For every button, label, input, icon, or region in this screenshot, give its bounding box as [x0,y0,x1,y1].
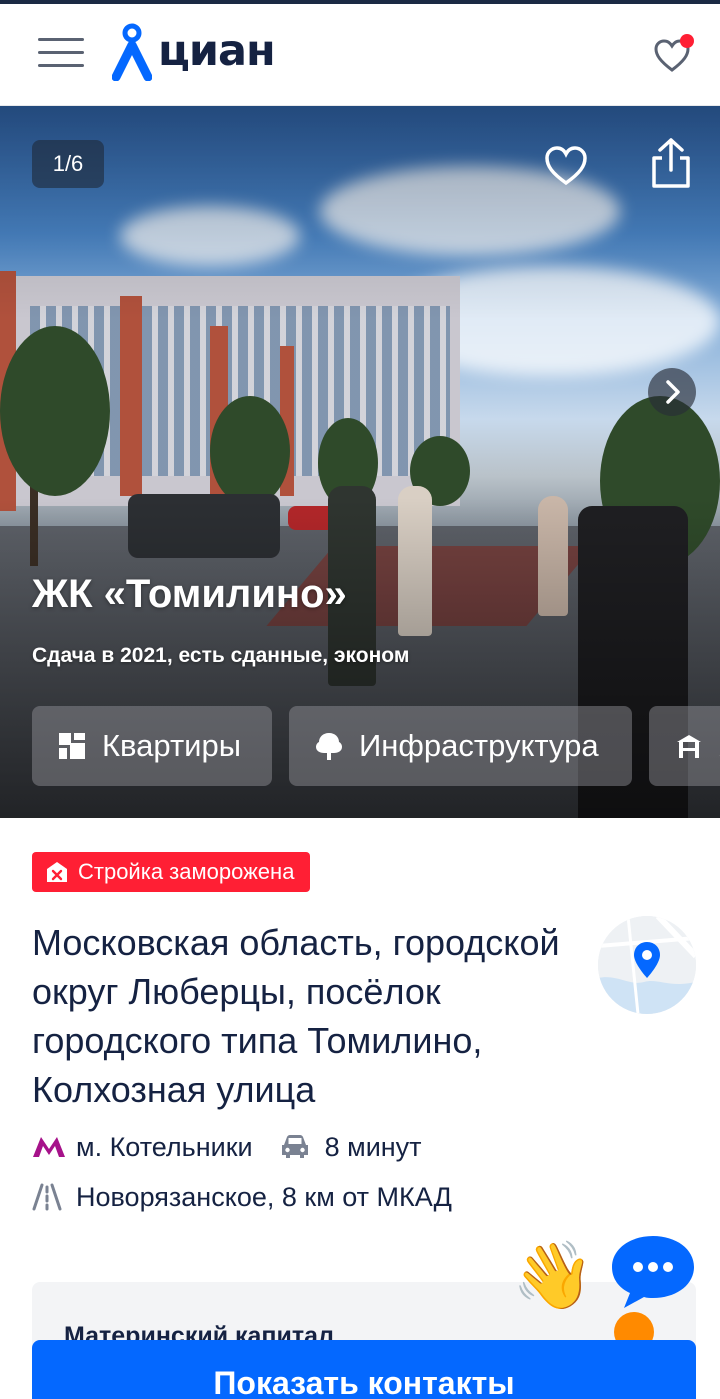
cian-logo[interactable]: циан [112,16,276,86]
travel-time: 8 минут [324,1131,422,1162]
metro-icon [33,1137,65,1157]
photo-counter: 1/6 [32,140,104,188]
frozen-construction-icon [47,862,67,882]
share-button[interactable] [648,136,694,190]
tree-icon [316,733,342,760]
show-contacts-button[interactable]: Показать контакты [32,1340,696,1399]
favorites-button[interactable] [650,34,694,78]
heart-icon [545,146,587,186]
chip-infrastructure[interactable]: Инфраструктура [289,706,632,786]
metro-row: м. Котельники 8 минут [32,1130,422,1164]
photo-gallery[interactable]: 1/6 ЖК «Томилино» Сдача в 2021, есть сда… [0,106,720,818]
car-icon [281,1135,308,1158]
metro-station[interactable]: м. Котельники [76,1132,253,1163]
address: Московская область, городской округ Любе… [32,922,560,1110]
section-chips: Квартиры Инфраструктура Х [32,706,720,786]
chat-bubble-icon [612,1236,694,1308]
header: циан [0,4,720,106]
map-preview[interactable] [598,916,696,1014]
status-badge: Стройка заморожена [32,852,311,892]
apartments-icon [59,733,85,759]
chip-label: Инфраструктура [359,728,599,763]
map-thumbnail [598,916,696,1014]
chevron-right-icon [666,380,680,404]
highway-icon [32,1183,62,1211]
share-icon [652,138,690,188]
logo-text: циан [158,26,276,76]
waving-hand-icon[interactable]: 👋 [512,1234,594,1316]
status-badge-label: Стройка заморожена [78,859,295,884]
highway-distance: Новорязанское, 8 км от МКАД [76,1181,452,1212]
playground-icon [677,735,701,758]
chip-apartments[interactable]: Квартиры [32,706,272,786]
complex-title: ЖК «Томилино» [32,572,347,616]
highway-row: Новорязанское, 8 км от МКАД [32,1180,452,1214]
chat-button[interactable] [610,1234,696,1310]
complex-subtitle: Сдача в 2021, есть сданные, эконом [32,644,410,667]
hamburger-menu-icon[interactable] [38,38,84,72]
chip-playground[interactable]: Х [649,706,720,786]
logo-pin-icon [112,23,152,81]
chip-label: Квартиры [102,728,242,763]
next-photo-button[interactable] [648,368,696,416]
add-to-favorites-button[interactable] [542,142,590,190]
notification-dot [680,34,694,48]
